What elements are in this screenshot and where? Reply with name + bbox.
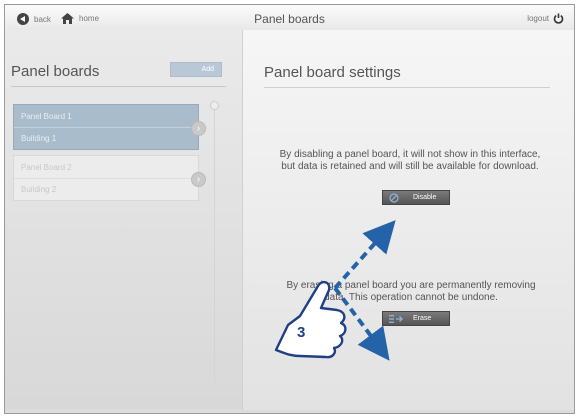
panel-board-name: Panel Board 2 [21,163,72,172]
item-separator [14,127,198,128]
settings-divider-line [264,87,550,88]
erase-list-icon [389,315,403,323]
settings-heading: Panel board settings [264,64,401,81]
logout-label: logout [527,14,549,23]
list-scrollbar[interactable] [214,105,215,386]
panel-boards-heading: Panel boards [11,63,100,80]
panel-board-item-2[interactable]: Panel Board 2 Building 2 › [13,155,206,201]
power-icon [553,13,564,24]
prohibit-icon [389,193,399,203]
panel-list-pane [5,30,242,410]
logout-button[interactable]: logout [527,13,564,24]
item-separator [14,178,198,179]
chevron-right-icon[interactable]: › [191,121,206,136]
page-title: Panel boards [254,12,325,26]
left-divider-line [11,86,226,87]
erase-label: Erase [413,315,432,322]
erase-description: By erasing a panel board you are permane… [286,280,536,303]
disable-description: By disabling a panel board, it will not … [279,149,541,172]
scrollbar-handle[interactable] [210,101,219,110]
panel-board-item-1[interactable]: Panel Board 1 Building 1 › [13,104,206,150]
disable-label: Disable [413,194,437,201]
panel-board-building: Building 1 [21,134,57,143]
disable-button[interactable]: Disable [382,190,450,205]
erase-button[interactable]: Erase [382,311,450,326]
panel-board-building: Building 2 [21,185,57,194]
add-button[interactable]: Add [170,62,222,77]
chevron-right-icon[interactable]: › [191,172,206,187]
panel-board-name: Panel Board 1 [21,112,72,121]
